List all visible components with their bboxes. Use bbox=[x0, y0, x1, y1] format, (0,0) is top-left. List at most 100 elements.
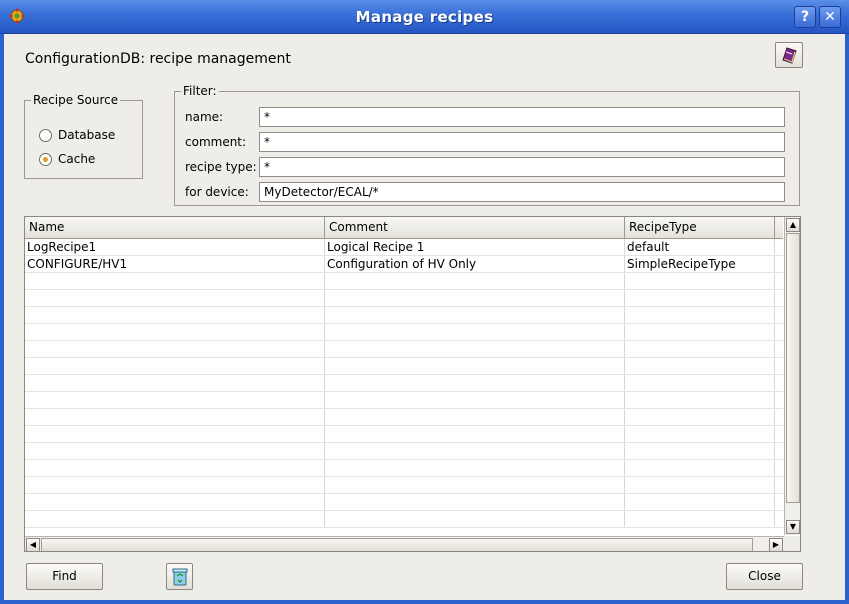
vertical-scrollbar[interactable]: ▲ ▼ bbox=[784, 217, 800, 535]
empty-cell bbox=[325, 290, 625, 306]
title-bar[interactable]: Manage recipes ? ✕ bbox=[0, 0, 849, 34]
dialog-body: ConfigurationDB: recipe management Recip… bbox=[4, 34, 845, 600]
empty-cell bbox=[25, 375, 325, 391]
empty-cell bbox=[625, 494, 775, 510]
horizontal-scroll-thumb[interactable] bbox=[41, 538, 753, 551]
radio-database[interactable]: Database bbox=[39, 128, 115, 142]
empty-table-row bbox=[25, 426, 783, 443]
scroll-left-button[interactable]: ◀ bbox=[26, 538, 40, 551]
empty-cell bbox=[25, 443, 325, 459]
empty-table-row bbox=[25, 307, 783, 324]
empty-cell bbox=[325, 460, 625, 476]
help-button[interactable]: ? bbox=[794, 6, 816, 28]
empty-cell bbox=[625, 375, 775, 391]
empty-cell bbox=[25, 494, 325, 510]
filter-comment-row: comment: bbox=[185, 132, 785, 152]
cell-comment[interactable]: Configuration of HV Only bbox=[325, 256, 625, 272]
find-button[interactable]: Find bbox=[26, 563, 103, 590]
empty-table-row bbox=[25, 409, 783, 426]
column-header-comment[interactable]: Comment bbox=[325, 217, 625, 239]
recipe-source-group: Recipe Source Database Cache bbox=[24, 93, 143, 179]
manage-recipes-window: Manage recipes ? ✕ ConfigurationDB: reci… bbox=[0, 0, 849, 604]
empty-cell bbox=[325, 273, 625, 289]
radio-cache-indicator[interactable] bbox=[39, 152, 52, 166]
empty-table-row bbox=[25, 392, 783, 409]
filter-group: Filter: name: comment: recipe type: for … bbox=[174, 84, 800, 206]
cell-name[interactable]: CONFIGURE/HV1 bbox=[25, 256, 325, 272]
clear-button[interactable] bbox=[166, 563, 193, 590]
empty-cell bbox=[25, 290, 325, 306]
empty-cell bbox=[325, 341, 625, 357]
close-button[interactable]: Close bbox=[726, 563, 803, 590]
empty-cell bbox=[625, 392, 775, 408]
filter-name-row: name: bbox=[185, 107, 785, 127]
empty-cell bbox=[325, 392, 625, 408]
radio-cache-label: Cache bbox=[58, 152, 96, 166]
cell-name[interactable]: LogRecipe1 bbox=[25, 239, 325, 255]
filter-legend: Filter: bbox=[183, 84, 217, 98]
filter-recipe-type-label: recipe type: bbox=[185, 160, 257, 174]
scroll-down-button[interactable]: ▼ bbox=[786, 520, 800, 534]
cell-recipe-type[interactable]: SimpleRecipeType bbox=[625, 256, 775, 272]
empty-cell bbox=[625, 290, 775, 306]
table-row[interactable]: CONFIGURE/HV1 Configuration of HV Only S… bbox=[25, 256, 783, 273]
empty-cell bbox=[25, 409, 325, 425]
horizontal-scrollbar[interactable]: ◀ ▶ bbox=[25, 536, 784, 551]
help-book-button[interactable] bbox=[775, 42, 803, 68]
empty-cell bbox=[625, 324, 775, 340]
filter-comment-input[interactable] bbox=[259, 132, 785, 152]
empty-cell bbox=[325, 494, 625, 510]
empty-cell bbox=[25, 426, 325, 442]
radio-cache[interactable]: Cache bbox=[39, 152, 95, 166]
empty-cell bbox=[25, 341, 325, 357]
vertical-scroll-thumb[interactable] bbox=[786, 233, 800, 503]
empty-table-row bbox=[25, 511, 783, 528]
filter-recipe-type-input[interactable] bbox=[259, 157, 785, 177]
empty-cell bbox=[625, 426, 775, 442]
empty-cell bbox=[625, 358, 775, 374]
recycle-bin-icon bbox=[171, 567, 189, 595]
empty-cell bbox=[625, 477, 775, 493]
empty-table-row bbox=[25, 375, 783, 392]
empty-table-row bbox=[25, 358, 783, 375]
empty-cell bbox=[625, 409, 775, 425]
empty-cell bbox=[625, 460, 775, 476]
window-close-button[interactable]: ✕ bbox=[819, 6, 841, 28]
filter-device-input[interactable] bbox=[259, 182, 785, 202]
empty-cell bbox=[25, 477, 325, 493]
recipes-table[interactable]: Name Comment RecipeType LogRecipe1 Logic… bbox=[24, 216, 801, 552]
empty-table-row bbox=[25, 290, 783, 307]
empty-cell bbox=[325, 324, 625, 340]
empty-cell bbox=[325, 426, 625, 442]
empty-cell bbox=[325, 307, 625, 323]
empty-cell bbox=[325, 375, 625, 391]
column-header-name[interactable]: Name bbox=[25, 217, 325, 239]
empty-cell bbox=[625, 341, 775, 357]
filter-name-input[interactable] bbox=[259, 107, 785, 127]
empty-cell bbox=[25, 358, 325, 374]
cell-recipe-type[interactable]: default bbox=[625, 239, 775, 255]
filter-device-row: for device: bbox=[185, 182, 785, 202]
empty-cell bbox=[25, 392, 325, 408]
scroll-up-button[interactable]: ▲ bbox=[786, 218, 800, 232]
empty-cell bbox=[25, 511, 325, 527]
table-header: Name Comment RecipeType bbox=[25, 217, 783, 239]
empty-cell bbox=[325, 409, 625, 425]
radio-database-indicator[interactable] bbox=[39, 128, 52, 142]
table-row[interactable]: LogRecipe1 Logical Recipe 1 default bbox=[25, 239, 783, 256]
column-header-recipe-type[interactable]: RecipeType bbox=[625, 217, 775, 239]
window-title: Manage recipes bbox=[355, 8, 494, 26]
empty-cell bbox=[625, 511, 775, 527]
empty-table-row bbox=[25, 460, 783, 477]
table-body: LogRecipe1 Logical Recipe 1 default CONF… bbox=[25, 239, 783, 535]
scroll-corner bbox=[784, 536, 800, 551]
scroll-right-button[interactable]: ▶ bbox=[769, 538, 783, 551]
empty-table-row bbox=[25, 273, 783, 290]
empty-table-row bbox=[25, 477, 783, 494]
empty-cell bbox=[325, 443, 625, 459]
book-icon bbox=[781, 47, 798, 67]
filter-name-label: name: bbox=[185, 110, 224, 124]
empty-cell bbox=[25, 273, 325, 289]
cell-comment[interactable]: Logical Recipe 1 bbox=[325, 239, 625, 255]
page-title: ConfigurationDB: recipe management bbox=[25, 51, 291, 67]
